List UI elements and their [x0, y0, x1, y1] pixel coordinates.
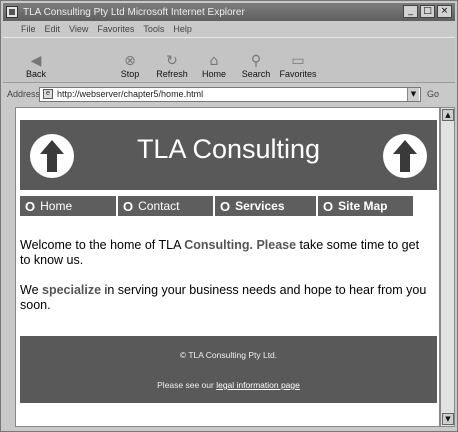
address-url: http://webserver/chapter5/home.html [57, 89, 204, 99]
nav-label: Home [40, 199, 73, 213]
toolbar: ◀ Back ⊗ Stop ↻ Refresh ⌂ Home ⚲ Search … [3, 37, 455, 83]
nav-label: Contact [138, 199, 180, 213]
nav-site-map[interactable]: O Site Map [318, 196, 413, 216]
stop-label: Stop [120, 69, 140, 79]
page-viewport: TLA Consulting O Home O Contact O Servic… [15, 107, 440, 427]
menu-help[interactable]: Help [173, 24, 192, 34]
search-button[interactable]: ⚲ Search [235, 53, 277, 82]
search-label: Search [241, 69, 271, 79]
home-button[interactable]: ⌂ Home [193, 53, 235, 82]
refresh-icon: ↻ [166, 53, 178, 69]
back-arrow-icon: ◀ [30, 53, 42, 69]
nav-bullet-icon: O [220, 198, 231, 214]
title-bar: TLA Consulting Pty Ltd Microsoft Interne… [3, 3, 455, 21]
nav-label: Services [235, 199, 285, 213]
copyright-text: © TLA Consulting Pty Ltd. [179, 350, 278, 360]
highlight-text: Consulting. [184, 238, 253, 252]
window-title: TLA Consulting Pty Ltd Microsoft Interne… [23, 6, 245, 18]
home-label: Home [201, 69, 226, 79]
services-paragraph: We specialize in serving your business n… [20, 283, 432, 313]
scroll-up-icon[interactable]: ▲ [442, 109, 454, 121]
favorites-label: Favorites [279, 69, 317, 79]
address-bar: Address e http://webserver/chapter5/home… [3, 85, 455, 103]
legal-information-link[interactable]: legal information page [216, 380, 300, 390]
address-dropdown-icon[interactable]: ▼ [407, 87, 419, 101]
nav-contact[interactable]: O Contact [118, 196, 213, 216]
site-banner: TLA Consulting [20, 120, 437, 190]
minimize-button[interactable]: _ [403, 5, 418, 18]
back-label: Back [25, 69, 46, 79]
nav-bullet-icon: O [123, 198, 134, 214]
nav-home[interactable]: O Home [20, 196, 116, 216]
back-button[interactable]: ◀ Back [15, 53, 57, 82]
legal-line: Please see our legal information page [20, 380, 437, 390]
search-icon: ⚲ [250, 53, 262, 69]
favorites-button[interactable]: ▭ Favorites [277, 53, 319, 82]
site-nav: O Home O Contact O Services O Site Map [20, 196, 437, 216]
highlight-text: specialize [42, 283, 102, 297]
text: Welcome to the home of TLA [20, 238, 185, 252]
menu-bar: File Edit View Favorites Tools Help [3, 22, 455, 36]
menu-favorites[interactable]: Favorites [97, 24, 134, 34]
close-button[interactable]: × [437, 5, 452, 18]
window-controls: _ □ × [403, 5, 452, 18]
browser-window: TLA Consulting Pty Ltd Microsoft Interne… [0, 0, 458, 432]
text: We [20, 283, 42, 297]
scroll-down-icon[interactable]: ▼ [442, 413, 454, 425]
address-label: Address [7, 89, 41, 99]
up-arrow-logo-icon [383, 134, 427, 178]
nav-bullet-icon: O [323, 198, 334, 214]
welcome-paragraph: Welcome to the home of TLA Consulting. P… [20, 238, 432, 268]
refresh-label: Refresh [156, 69, 188, 79]
nav-label: Site Map [338, 199, 388, 213]
address-input[interactable]: e http://webserver/chapter5/home.html [39, 86, 421, 102]
site-footer: © TLA Consulting Pty Ltd. Please see our… [20, 336, 437, 403]
stop-button[interactable]: ⊗ Stop [109, 53, 151, 82]
refresh-button[interactable]: ↻ Refresh [151, 53, 193, 82]
favorites-icon: ▭ [291, 53, 305, 69]
nav-services[interactable]: O Services [215, 196, 316, 216]
stop-icon: ⊗ [124, 53, 136, 69]
highlight-text: Please [256, 238, 297, 252]
ie-app-icon [6, 6, 18, 18]
banner-title: TLA Consulting [136, 134, 321, 164]
legal-prefix: Please see our [157, 380, 217, 390]
menu-view[interactable]: View [69, 24, 88, 34]
maximize-button[interactable]: □ [420, 5, 435, 18]
vertical-scrollbar[interactable]: ▲ ▼ [440, 107, 455, 427]
home-icon: ⌂ [209, 53, 219, 69]
menu-tools[interactable]: Tools [143, 24, 164, 34]
page-icon: e [43, 89, 53, 99]
menu-file[interactable]: File [21, 24, 36, 34]
menu-edit[interactable]: Edit [45, 24, 61, 34]
nav-bullet-icon: O [25, 198, 36, 214]
go-button[interactable]: Go [427, 89, 439, 99]
